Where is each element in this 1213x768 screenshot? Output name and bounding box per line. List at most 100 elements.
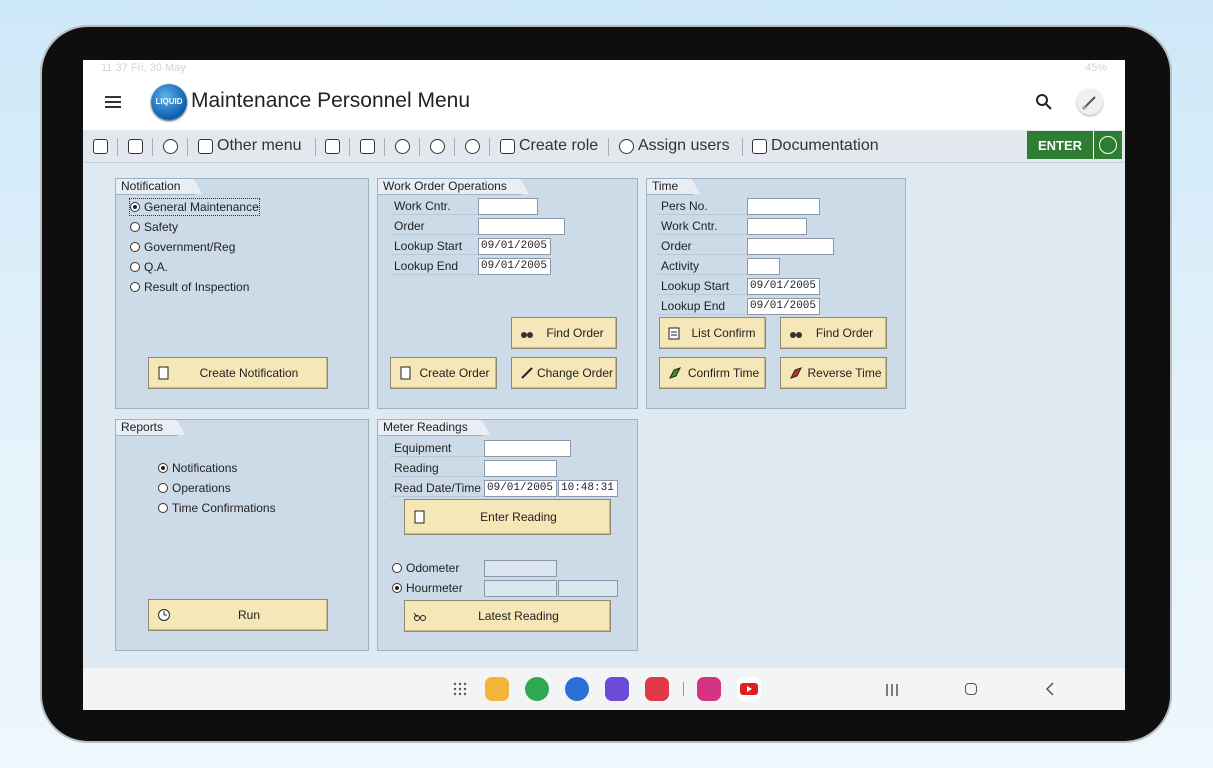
exit-icon (163, 138, 178, 154)
work-order-group: Work Order Operations Work Cntr. Order L… (377, 178, 638, 409)
enter-reading-button[interactable]: Enter Reading (404, 499, 611, 535)
menu-tree-icon (198, 138, 213, 154)
time-find-order-button[interactable]: Find Order (780, 317, 887, 349)
radio-notifications[interactable]: Notifications (158, 460, 237, 476)
liquid-logo: LIQUID (151, 84, 187, 120)
enter-button[interactable]: ENTER (1027, 131, 1093, 159)
confirm-icon (668, 366, 682, 380)
create-role-icon (500, 138, 515, 154)
home-icon[interactable] (965, 683, 977, 695)
radio-safety[interactable]: Safety (130, 219, 178, 235)
radio-odometer[interactable]: Odometer (392, 560, 459, 576)
equipment-input[interactable] (484, 440, 571, 457)
radio-hourmeter[interactable]: Hourmeter (392, 580, 463, 596)
phone-app-icon[interactable] (525, 677, 549, 701)
lookup-end-input[interactable]: 09/01/2005 (478, 258, 551, 275)
screen: 11:37 Fri, 30 May 45% LIQUID Maintenance… (83, 60, 1125, 710)
radio-general-maintenance[interactable]: General Maintenance (129, 198, 260, 216)
other-menu-button[interactable]: Other menu (198, 134, 301, 158)
create-role-button[interactable]: Create role (500, 134, 598, 158)
documentation-icon (752, 138, 767, 154)
meter-readings-title: Meter Readings (378, 420, 490, 436)
status-bar: 11:37 Fri, 30 May 45% (83, 60, 1125, 78)
time-order-label: Order (657, 237, 747, 255)
time-work-cntr-label: Work Cntr. (657, 217, 747, 235)
brush-icon[interactable] (1077, 89, 1103, 115)
gallery-app-icon[interactable] (697, 677, 721, 701)
toolbar-exit-button[interactable] (163, 134, 178, 158)
radio-operations[interactable]: Operations (158, 480, 231, 496)
app-drawer-icon[interactable] (453, 682, 467, 696)
menu-icon[interactable] (105, 96, 121, 108)
run-button[interactable]: Run (148, 599, 328, 631)
check-icon (1099, 136, 1117, 154)
messages-app-icon[interactable] (565, 677, 589, 701)
order-input[interactable] (478, 218, 565, 235)
toolbar-back-button[interactable] (93, 134, 108, 158)
toolbar: Other menu Create role Assign users Docu… (83, 130, 1125, 163)
change-order-button[interactable]: Change Order (511, 357, 617, 389)
equipment-label: Equipment (390, 439, 484, 457)
toolbar-list-button[interactable] (360, 134, 375, 158)
radio-qa[interactable]: Q.A. (130, 259, 168, 275)
latest-reading-button[interactable]: Latest Reading (404, 600, 611, 632)
read-date-input[interactable]: 09/01/2005 (484, 480, 557, 497)
list-icon (668, 326, 682, 340)
reverse-time-button[interactable]: Reverse Time (780, 357, 887, 389)
browser-app-icon[interactable] (605, 677, 629, 701)
radio-government-reg[interactable]: Government/Reg (130, 239, 235, 255)
time-lookup-start-label: Lookup Start (657, 277, 747, 295)
reading-input[interactable] (484, 460, 557, 477)
pencil-icon (520, 366, 534, 380)
recents-icon[interactable] (885, 683, 899, 696)
notification-title: Notification (116, 179, 203, 195)
document-icon (413, 510, 427, 524)
binoculars-icon (789, 326, 803, 340)
time-order-input[interactable] (747, 238, 834, 255)
documentation-button[interactable]: Documentation (752, 134, 879, 158)
assign-users-button[interactable]: Assign users (619, 134, 730, 158)
activity-input[interactable] (747, 258, 780, 275)
read-date-time-label: Read Date/Time (390, 479, 484, 497)
find-order-button[interactable]: Find Order (511, 317, 617, 349)
youtube-app-icon[interactable] (737, 677, 761, 701)
back-icon (93, 138, 108, 154)
toolbar-table-button[interactable] (325, 134, 340, 158)
status-battery: 45% (1084, 62, 1107, 74)
time-work-cntr-input[interactable] (747, 218, 807, 235)
odometer-input (484, 560, 557, 577)
pers-no-input[interactable] (747, 198, 820, 215)
hourmeter-input (484, 580, 557, 597)
page-title: Maintenance Personnel Menu (191, 89, 471, 112)
list-confirm-button[interactable]: List Confirm (659, 317, 766, 349)
glasses-icon (413, 609, 427, 623)
list-icon (360, 138, 375, 154)
time-group: Time Pers No. Work Cntr. Order Activity … (646, 178, 906, 409)
radio-time-confirmations[interactable]: Time Confirmations (158, 500, 276, 516)
time-lookup-end-label: Lookup End (657, 297, 747, 315)
assign-users-label: Assign users (638, 137, 730, 154)
back-nav-icon[interactable] (1045, 682, 1055, 696)
time-lookup-start-input[interactable]: 09/01/2005 (747, 278, 820, 295)
files-app-icon[interactable] (485, 677, 509, 701)
toolbar-up-button[interactable] (465, 134, 480, 158)
create-order-button[interactable]: Create Order (390, 357, 497, 389)
reports-title: Reports (116, 420, 186, 436)
lookup-start-input[interactable]: 09/01/2005 (478, 238, 551, 255)
table-icon (325, 138, 340, 154)
read-time-input[interactable]: 10:48:31 (558, 480, 618, 497)
reverse-icon (789, 366, 803, 380)
lookup-end-label: Lookup End (390, 257, 478, 275)
enter-check-button[interactable] (1093, 131, 1122, 159)
radio-result-of-inspection[interactable]: Result of Inspection (130, 279, 249, 295)
confirm-time-button[interactable]: Confirm Time (659, 357, 766, 389)
camera-app-icon[interactable] (645, 677, 669, 701)
create-notification-button[interactable]: Create Notification (148, 357, 328, 389)
toolbar-save-button[interactable] (128, 134, 143, 158)
search-icon[interactable] (1035, 93, 1053, 111)
time-lookup-end-input[interactable]: 09/01/2005 (747, 298, 820, 315)
toolbar-edit-button[interactable] (395, 134, 410, 158)
work-cntr-input[interactable] (478, 198, 538, 215)
notification-group: Notification General Maintenance Safety … (115, 178, 369, 409)
toolbar-down-button[interactable] (430, 134, 445, 158)
